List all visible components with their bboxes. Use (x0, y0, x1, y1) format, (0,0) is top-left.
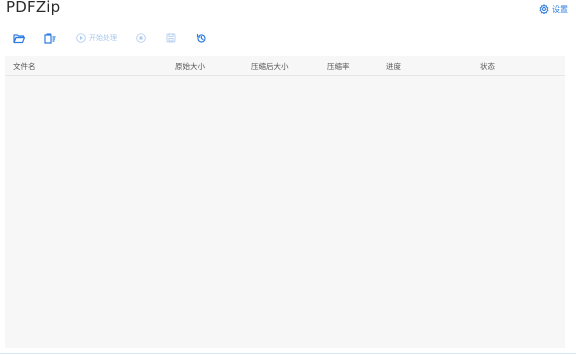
open-folder-button[interactable] (13, 26, 25, 50)
folder-open-icon (13, 33, 25, 44)
table-body[interactable] (5, 76, 565, 348)
settings-label: 设置 (552, 4, 568, 14)
column-header-original-size[interactable]: 原始大小 (175, 61, 205, 72)
add-files-button[interactable] (44, 26, 57, 50)
start-process-button[interactable]: 开始处理 (76, 26, 117, 50)
start-process-label: 开始处理 (89, 34, 117, 42)
save-button[interactable] (166, 26, 176, 50)
column-header-status[interactable]: 状态 (480, 61, 495, 72)
toolbar: 开始处理 (0, 26, 576, 50)
table-header: 文件名 原始大小 压缩后大小 压缩率 进度 状态 (5, 56, 565, 76)
gear-icon (539, 4, 549, 14)
save-icon (166, 33, 176, 43)
app-title: PDFZip (6, 0, 61, 16)
title-bar: PDFZip 设置 (0, 0, 576, 22)
play-circle-icon (76, 33, 86, 43)
history-button[interactable] (196, 26, 207, 50)
column-header-compression-ratio[interactable]: 压缩率 (327, 61, 350, 72)
column-header-progress[interactable]: 进度 (386, 61, 401, 72)
column-header-compressed-size[interactable]: 压缩后大小 (251, 61, 289, 72)
history-icon (196, 33, 207, 44)
stop-circle-icon (136, 33, 146, 43)
file-add-icon (44, 32, 57, 44)
settings-button[interactable]: 设置 (539, 3, 568, 15)
divider (0, 353, 576, 354)
column-header-filename[interactable]: 文件名 (13, 61, 36, 72)
file-table[interactable]: 文件名 原始大小 压缩后大小 压缩率 进度 状态 (5, 56, 565, 348)
app-window: PDFZip 设置 开始处理 文件名 原始大小 压缩后大小 压缩率 进度 状态 (0, 0, 576, 356)
stop-button[interactable] (136, 26, 146, 50)
